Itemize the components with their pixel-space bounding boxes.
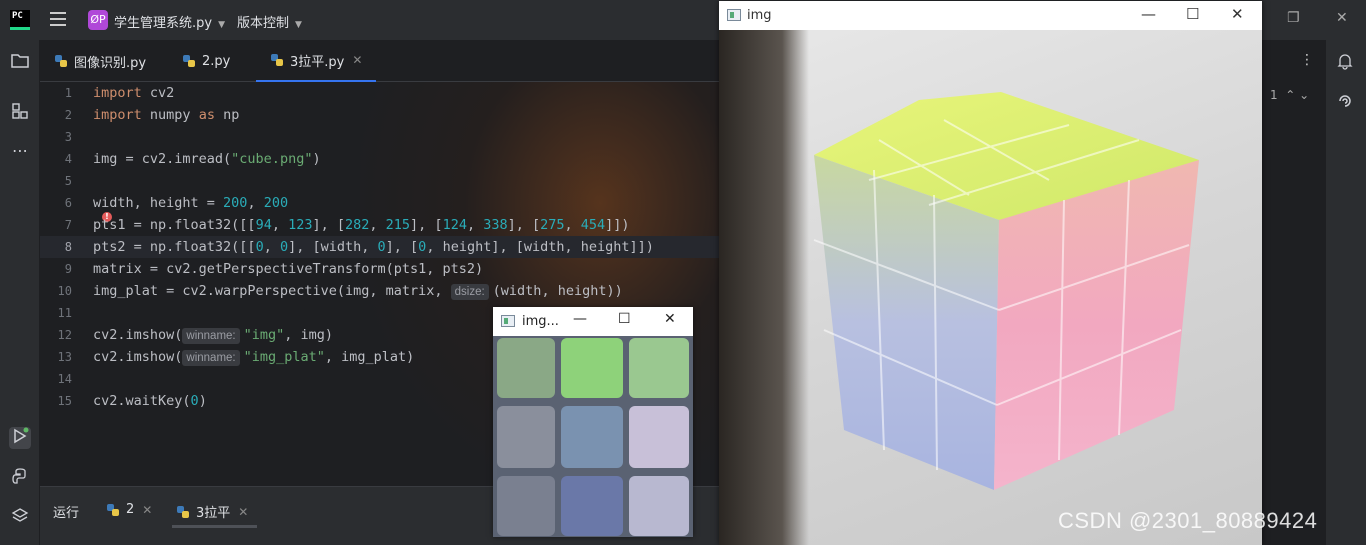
code-line-12: cv2.imshow(winname: "img", img) — [93, 327, 334, 344]
code-line-6: width, height = 200, 200 — [93, 195, 289, 211]
more-icon[interactable]: ⋯ — [9, 140, 31, 162]
code-line-15: cv2.waitKey(0) — [93, 393, 207, 409]
project-badge[interactable]: ØP — [88, 10, 108, 30]
window-app-icon — [501, 315, 515, 327]
inlay-hint: dsize: — [450, 284, 489, 300]
window-app-icon — [727, 9, 741, 21]
close-tab-icon[interactable]: ✕ — [238, 505, 248, 519]
vcs-label: 版本控制 — [237, 16, 290, 31]
inspection-count: 1 — [1270, 88, 1278, 102]
inspection-widget[interactable]: 1 ⌃ ⌄ — [1270, 88, 1309, 102]
line-number: 3 — [64, 130, 72, 144]
close-icon[interactable]: ✕ — [664, 311, 676, 327]
tab-label: 3拉平.py — [290, 54, 345, 70]
left-toolbar: ⋯ — [0, 40, 40, 545]
watermark: CSDN @2301_80889424 — [1058, 508, 1318, 533]
opencv-image-window[interactable]: img — ☐ ✕ — [719, 1, 1262, 545]
warped-face-graphic — [493, 336, 693, 537]
minimize-icon[interactable]: — — [573, 311, 587, 327]
maximize-icon[interactable]: ☐ — [1186, 5, 1199, 23]
python-file-icon — [182, 54, 196, 68]
line-number: 2 — [64, 108, 72, 122]
line-number: 10 — [57, 284, 72, 298]
code-line-9: matrix = cv2.getPerspectiveTransform(pts… — [93, 261, 484, 277]
code-line-13: cv2.imshow(winname: "img_plat", img_plat) — [93, 349, 415, 366]
close-tab-icon[interactable]: ✕ — [142, 503, 152, 517]
pycharm-ide: PC ØP 学生管理系统.py ▼ 版本控制 ▼ ❐ ✕ ⋯ 图像识别.py 2… — [0, 0, 1366, 545]
line-number: 6 — [64, 196, 72, 210]
inlay-hint: winname: — [182, 328, 240, 344]
line-number: 5 — [64, 174, 72, 188]
active-run-tab-indicator — [172, 525, 257, 528]
line-number: 8 — [64, 240, 72, 254]
tab-label: 2.py — [202, 53, 231, 69]
run-tab-label: 2 — [126, 502, 135, 517]
line-number: 1 — [64, 86, 72, 100]
run-tab-label: 3拉平 — [196, 506, 231, 521]
restore-icon[interactable]: ❐ — [1287, 10, 1300, 26]
project-name: 学生管理系统.py — [114, 16, 213, 31]
line-number: 13 — [57, 350, 72, 364]
cube-photo — [719, 30, 1262, 545]
tab-3py[interactable]: 3拉平.py ✕ — [256, 40, 377, 82]
line-number: 7 — [64, 218, 72, 232]
right-toolbar — [1326, 40, 1366, 545]
more-options-icon[interactable]: ⋮ — [1300, 52, 1314, 68]
close-tab-icon[interactable]: ✕ — [352, 53, 362, 67]
window-title-bar[interactable]: img... — ☐ ✕ — [493, 307, 693, 336]
editor-tabs: 图像识别.py 2.py 3拉平.py ✕ — [40, 40, 720, 82]
python-file-icon — [54, 54, 68, 68]
layers-icon[interactable] — [9, 507, 31, 529]
run-tab-3[interactable]: 3拉平 ✕ — [176, 502, 248, 521]
project-folder-icon[interactable] — [9, 52, 31, 74]
line-number-gutter: 1 2 3 4 5 6 7 8 9 10 11 12 13 14 15 — [40, 82, 90, 486]
window-title: img... — [522, 314, 559, 329]
chevron-up-icon[interactable]: ⌃ — [1281, 88, 1295, 102]
run-panel-title: 运行 — [53, 506, 80, 521]
main-menu-icon[interactable] — [50, 12, 66, 26]
line-number: 9 — [64, 262, 72, 276]
python-file-icon — [270, 53, 284, 67]
minimize-icon[interactable]: — — [1141, 5, 1156, 23]
close-icon[interactable]: ✕ — [1231, 5, 1244, 23]
tab-label: 图像识别.py — [74, 55, 147, 71]
run-tab-2[interactable]: 2 ✕ — [106, 502, 152, 517]
window-title-bar[interactable]: img — ☐ ✕ — [719, 1, 1262, 30]
ai-assistant-icon[interactable] — [1336, 92, 1354, 114]
line-number: 11 — [57, 306, 72, 320]
chevron-down-icon[interactable]: ⌄ — [1299, 88, 1309, 102]
vcs-selector[interactable]: 版本控制 ▼ — [237, 12, 302, 31]
code-line-8: pts2 = np.float32([[0, 0], [width, 0], [… — [93, 239, 654, 255]
rubiks-cube-image — [813, 92, 1199, 490]
line-number: 14 — [57, 372, 72, 386]
window-title: img — [747, 8, 772, 23]
line-number: 4 — [64, 152, 72, 166]
pycharm-logo-icon: PC — [10, 10, 30, 30]
maximize-icon[interactable]: ☐ — [618, 311, 631, 327]
chevron-down-icon: ▼ — [218, 20, 225, 30]
chevron-down-icon: ▼ — [295, 20, 302, 30]
tab-image-recognition[interactable]: 图像识别.py — [54, 40, 146, 82]
run-icon[interactable] — [9, 427, 31, 449]
code-line-2: import numpy as np — [93, 107, 240, 123]
notifications-icon[interactable] — [1336, 52, 1354, 74]
close-icon[interactable]: ✕ — [1336, 10, 1348, 26]
line-number: 15 — [57, 394, 72, 408]
inlay-hint: winname: — [182, 350, 240, 366]
code-line-1: import cv2 — [93, 85, 175, 101]
python-file-icon — [107, 503, 119, 516]
code-line-7: pts1 = np.float32([[94, 123], [282, 215]… — [93, 217, 630, 233]
warped-cube-image — [493, 336, 693, 537]
structure-icon[interactable] — [9, 102, 31, 124]
tab-2py[interactable]: 2.py — [182, 40, 230, 82]
line-number: 12 — [57, 328, 72, 342]
code-line-4: img = cv2.imread("cube.png") — [93, 151, 321, 167]
project-selector[interactable]: 学生管理系统.py ▼ — [114, 12, 225, 31]
python-console-icon[interactable] — [9, 467, 31, 489]
python-file-icon — [177, 505, 189, 518]
opencv-warped-window[interactable]: img... — ☐ ✕ — [493, 307, 693, 537]
code-line-10: img_plat = cv2.warpPerspective(img, matr… — [93, 283, 623, 300]
